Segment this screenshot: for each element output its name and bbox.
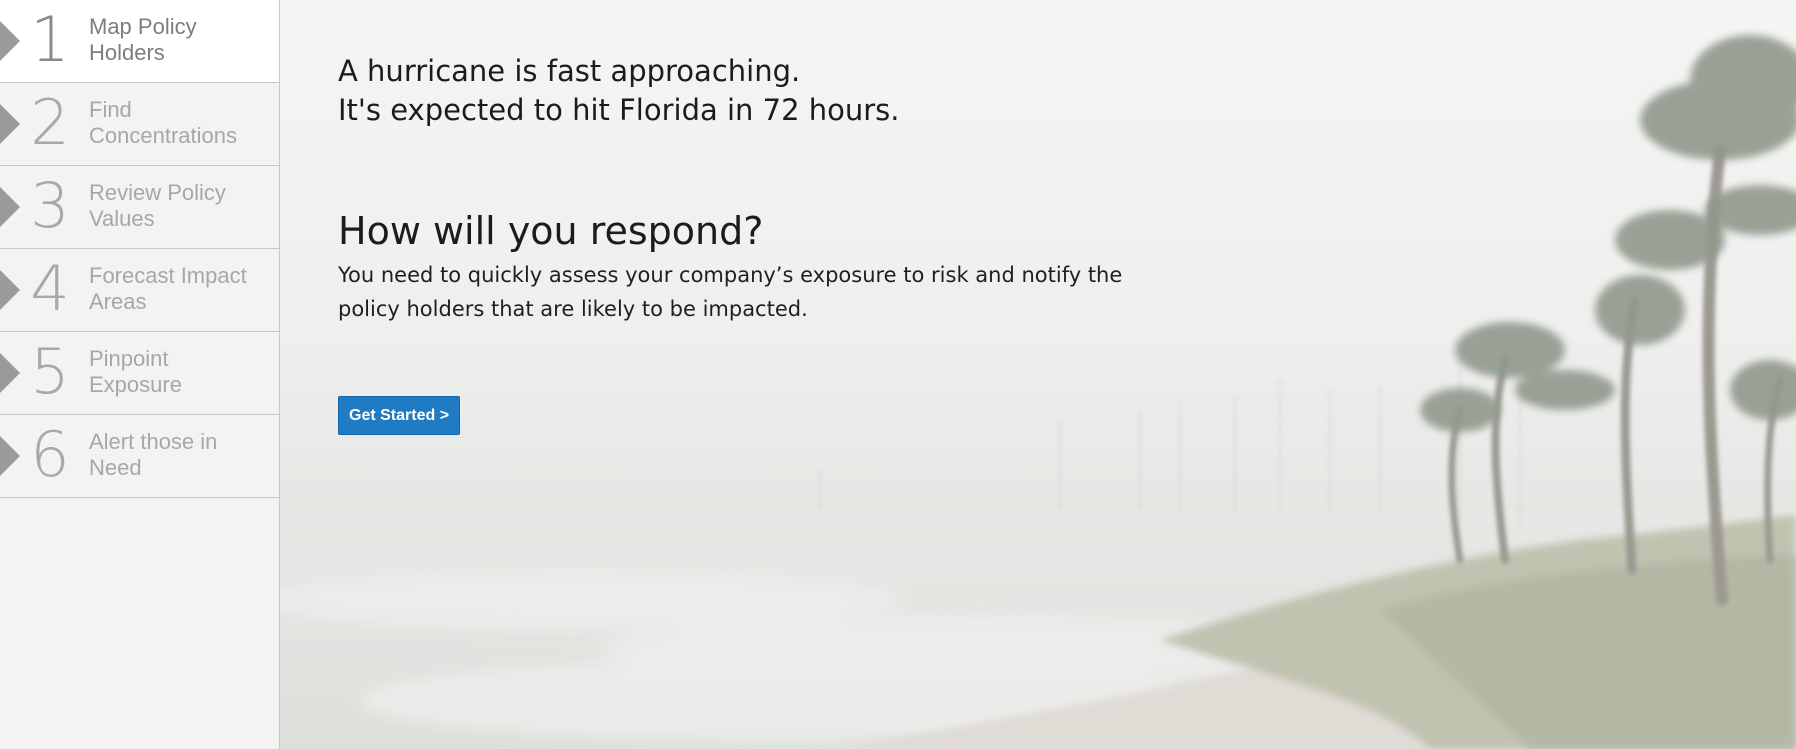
step-arrow-icon — [0, 21, 20, 61]
step-label: Forecast Impact Areas — [89, 263, 274, 315]
description-line1: You need to quickly assess your company’… — [338, 263, 1123, 287]
step-label-line1: Pinpoint — [89, 346, 169, 371]
step-label-line2: Need — [89, 455, 142, 480]
step-arrow-icon — [0, 104, 20, 144]
step-label: Pinpoint Exposure — [89, 346, 274, 398]
step-label-line2: Exposure — [89, 372, 182, 397]
step-label-line2: Areas — [89, 289, 147, 314]
app-root: 1 Map Policy Holders 2 Find Concentratio… — [0, 0, 1796, 749]
step-label-line2: Concentrations — [89, 123, 237, 148]
step-sidebar: 1 Map Policy Holders 2 Find Concentratio… — [0, 0, 280, 749]
step-label-line2: Holders — [89, 40, 165, 65]
step-number: 4 — [30, 252, 70, 325]
step-number: 1 — [30, 3, 70, 76]
step-arrow-icon — [0, 187, 20, 227]
step-label: Alert those in Need — [89, 429, 274, 481]
hero-headline: A hurricane is fast approaching. It's ex… — [338, 52, 1138, 130]
headline-line1: A hurricane is fast approaching. — [338, 54, 801, 88]
step-6-alert-those-in-need[interactable]: 6 Alert those in Need — [0, 415, 279, 498]
step-1-map-policy-holders[interactable]: 1 Map Policy Holders — [0, 0, 279, 83]
step-arrow-icon — [0, 353, 20, 393]
hero-content: A hurricane is fast approaching. It's ex… — [338, 52, 1138, 326]
get-started-button[interactable]: Get Started > — [338, 396, 461, 435]
step-label-line1: Review Policy — [89, 180, 226, 205]
step-label-line2: Values — [89, 206, 155, 231]
step-3-review-policy-values[interactable]: 3 Review Policy Values — [0, 166, 279, 249]
step-label: Review Policy Values — [89, 180, 274, 232]
step-label: Find Concentrations — [89, 97, 274, 149]
step-label-line1: Find — [89, 97, 132, 122]
step-arrow-icon — [0, 270, 20, 310]
step-2-find-concentrations[interactable]: 2 Find Concentrations — [0, 83, 279, 166]
step-number: 3 — [30, 169, 70, 242]
hero-description: You need to quickly assess your company’… — [338, 258, 1128, 326]
response-question: How will you respond? — [338, 209, 764, 253]
step-number: 5 — [30, 335, 70, 408]
step-number: 6 — [30, 418, 70, 491]
step-arrow-icon — [0, 436, 20, 476]
step-label-line1: Alert those in — [89, 429, 218, 454]
step-label-line1: Map Policy — [89, 14, 197, 39]
step-label: Map Policy Holders — [89, 14, 274, 66]
step-4-forecast-impact-areas[interactable]: 4 Forecast Impact Areas — [0, 249, 279, 332]
step-5-pinpoint-exposure[interactable]: 5 Pinpoint Exposure — [0, 332, 279, 415]
step-label-line1: Forecast Impact — [89, 263, 247, 288]
headline-line2: It's expected to hit Florida in 72 hours… — [338, 93, 900, 127]
step-number: 2 — [30, 86, 70, 159]
description-line2: policy holders that are likely to be imp… — [338, 297, 808, 321]
